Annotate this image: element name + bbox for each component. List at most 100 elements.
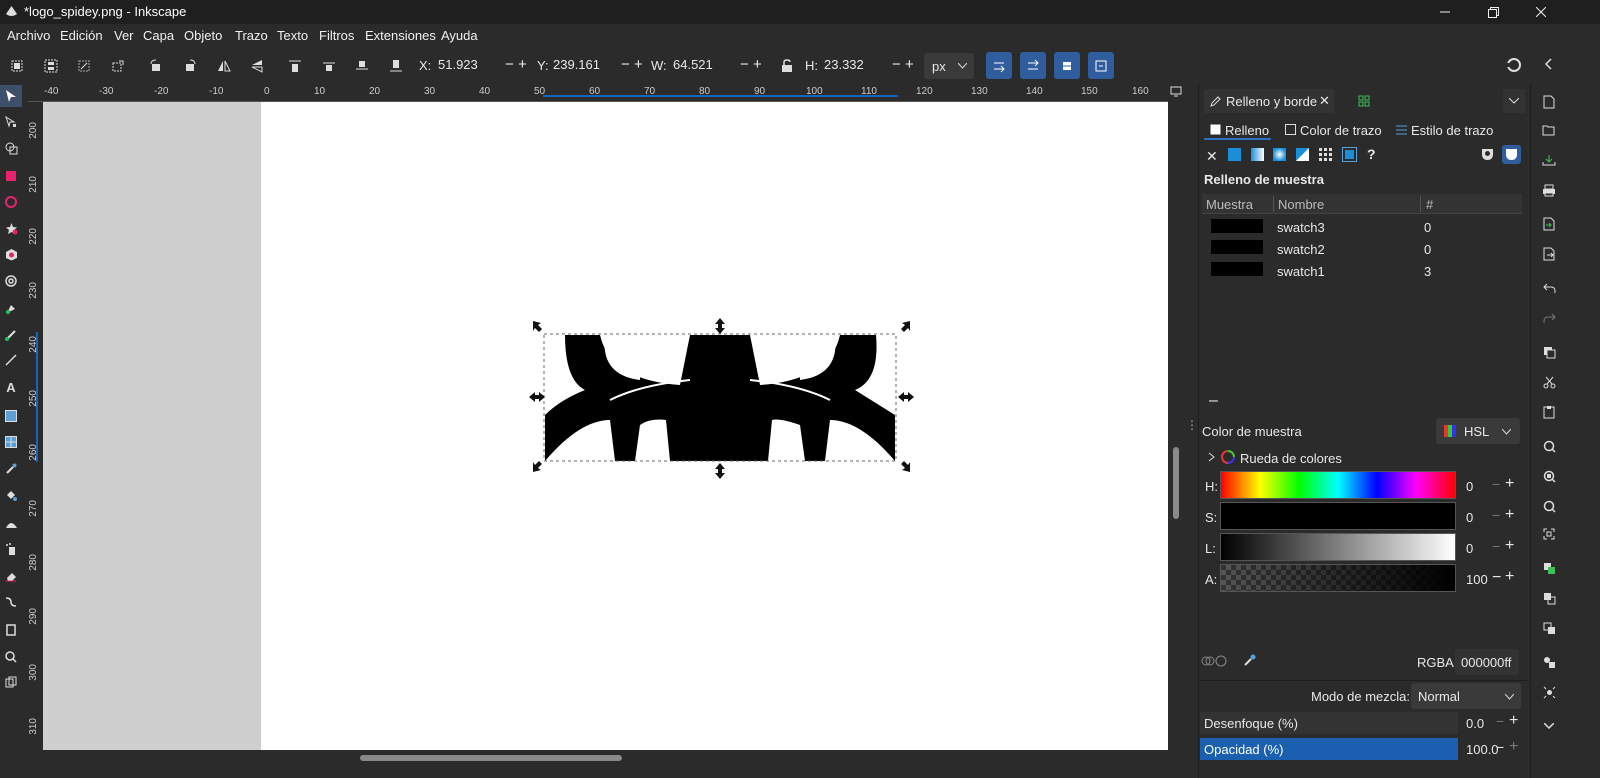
- alpha-slider[interactable]: [1220, 564, 1456, 592]
- no-paint-icon[interactable]: ✕: [1206, 148, 1218, 165]
- y-decrement-button[interactable]: −: [621, 56, 630, 73]
- unset-paint-icon[interactable]: ?: [1367, 146, 1376, 162]
- zoom-drawing-icon[interactable]: [1537, 464, 1561, 488]
- mesh-tool-icon[interactable]: [0, 431, 22, 453]
- zoom-selection-icon[interactable]: [1537, 434, 1561, 458]
- spiral-tool-icon[interactable]: [0, 270, 22, 292]
- paint-bucket-tool-icon[interactable]: [0, 484, 22, 506]
- saturation-slider[interactable]: [1220, 502, 1456, 530]
- spider-logo-selection[interactable]: [525, 315, 920, 480]
- blur-slider[interactable]: Desenfoque (%): [1200, 712, 1458, 734]
- close-tab-icon[interactable]: ✕: [1319, 93, 1330, 109]
- menu-extensiones[interactable]: Extensiones: [365, 28, 436, 43]
- linear-gradient-icon[interactable]: [1251, 148, 1264, 161]
- opacity-slider[interactable]: Opacidad (%): [1200, 738, 1458, 760]
- rotate-cw-icon[interactable]: [179, 55, 201, 77]
- zoom-page-icon[interactable]: [1537, 494, 1561, 518]
- connector-tool-icon[interactable]: [0, 591, 22, 613]
- node-tool-icon[interactable]: [0, 111, 22, 133]
- alpha-value[interactable]: 100: [1466, 572, 1488, 587]
- zoom-fit-icon[interactable]: [1537, 522, 1561, 546]
- horizontal-scrollbar[interactable]: [43, 750, 1168, 764]
- swatch-name[interactable]: swatch1: [1277, 264, 1325, 279]
- lower-icon[interactable]: [351, 55, 373, 77]
- dropper-tool-icon[interactable]: [0, 458, 22, 480]
- pen-tool-icon[interactable]: [0, 298, 22, 320]
- transform-icon[interactable]: [107, 55, 129, 77]
- w-decrement-button[interactable]: −: [740, 56, 749, 73]
- hue-slider[interactable]: [1220, 471, 1456, 499]
- export-icon[interactable]: [1537, 242, 1561, 266]
- pages-tool-icon[interactable]: [0, 619, 22, 641]
- menu-objeto[interactable]: Objeto: [184, 28, 222, 43]
- pencil-tool-icon[interactable]: [0, 324, 22, 346]
- rotate-ccw-icon[interactable]: [145, 55, 167, 77]
- measure-tool-icon[interactable]: [0, 671, 22, 693]
- lock-icon[interactable]: [776, 55, 798, 77]
- opacity-decrement-button[interactable]: −: [1496, 739, 1504, 755]
- menu-edicion[interactable]: Edición: [60, 28, 103, 43]
- paste-icon[interactable]: [1537, 400, 1561, 424]
- selector-tool-icon[interactable]: [0, 85, 22, 107]
- color-mode-select[interactable]: HSL: [1436, 418, 1520, 444]
- snap-nodes-button[interactable]: [1020, 52, 1046, 79]
- new-document-icon[interactable]: [1537, 90, 1561, 114]
- cut-icon[interactable]: [1537, 370, 1561, 394]
- swatch-chip[interactable]: [1211, 240, 1263, 254]
- clone-icon[interactable]: [1537, 586, 1561, 610]
- saturation-increment-button[interactable]: +: [1505, 506, 1514, 524]
- 3d-box-tool-icon[interactable]: [0, 243, 22, 265]
- copy-icon[interactable]: [1537, 340, 1561, 364]
- swatch-name[interactable]: swatch3: [1277, 220, 1325, 235]
- shape-builder-tool-icon[interactable]: [0, 137, 22, 159]
- redo-icon[interactable]: [1537, 306, 1561, 330]
- hue-value[interactable]: 0: [1466, 479, 1473, 494]
- color-wheel-label[interactable]: Rueda de colores: [1240, 451, 1342, 466]
- close-window-button[interactable]: [1518, 0, 1564, 24]
- swatch-chip[interactable]: [1211, 262, 1263, 276]
- chevron-right-icon[interactable]: [1208, 452, 1216, 462]
- panel-menu-button[interactable]: [1503, 89, 1525, 113]
- hue-increment-button[interactable]: +: [1505, 475, 1514, 493]
- flat-color-icon[interactable]: [1228, 148, 1241, 161]
- ellipse-tool-icon[interactable]: [0, 191, 22, 213]
- vertical-scroll-thumb[interactable]: [1173, 447, 1179, 519]
- star-tool-icon[interactable]: [0, 217, 22, 239]
- snap-toggle-icon[interactable]: [1506, 57, 1522, 73]
- lightness-increment-button[interactable]: +: [1505, 537, 1514, 555]
- lightness-decrement-button[interactable]: −: [1492, 538, 1500, 554]
- h-field[interactable]: 23.332: [824, 57, 864, 72]
- more-commands-icon[interactable]: [1537, 714, 1561, 738]
- objects-tab-icon[interactable]: [1358, 95, 1370, 107]
- color-picker-icon[interactable]: [1243, 654, 1256, 667]
- lightness-slider[interactable]: [1220, 533, 1456, 561]
- blur-decrement-button[interactable]: −: [1496, 713, 1504, 729]
- raise-to-top-icon[interactable]: [284, 55, 306, 77]
- lightness-value[interactable]: 0: [1466, 541, 1473, 556]
- eraser-tool-icon[interactable]: [0, 565, 22, 587]
- y-field[interactable]: 239.161: [553, 57, 600, 72]
- swatch-name[interactable]: swatch2: [1277, 242, 1325, 257]
- flip-horizontal-icon[interactable]: [213, 55, 235, 77]
- y-increment-button[interactable]: +: [634, 56, 643, 73]
- menu-archivo[interactable]: Archivo: [7, 28, 50, 43]
- menu-ver[interactable]: Ver: [114, 28, 134, 43]
- swatch-icon[interactable]: [1342, 147, 1357, 162]
- x-increment-button[interactable]: +: [518, 56, 527, 73]
- print-icon[interactable]: [1537, 178, 1561, 202]
- snap-bbox-button[interactable]: [986, 52, 1012, 79]
- minimize-button[interactable]: [1422, 0, 1468, 24]
- lower-to-bottom-icon[interactable]: [385, 55, 407, 77]
- h-decrement-button[interactable]: −: [892, 56, 901, 73]
- tweak-tool-icon[interactable]: [0, 512, 22, 534]
- snap-others-button[interactable]: [1054, 52, 1080, 79]
- x-field[interactable]: 51.923: [438, 57, 478, 72]
- menu-ayuda[interactable]: Ayuda: [441, 28, 478, 43]
- rgba-field[interactable]: 000000ff: [1455, 649, 1519, 675]
- chevron-left-icon[interactable]: [1542, 57, 1556, 71]
- display-mode-icon[interactable]: [1170, 85, 1182, 97]
- deselect-icon[interactable]: [73, 55, 95, 77]
- vertical-scrollbar[interactable]: [1168, 102, 1182, 750]
- text-tool-icon[interactable]: A: [0, 376, 22, 398]
- select-all-icon[interactable]: [6, 55, 28, 77]
